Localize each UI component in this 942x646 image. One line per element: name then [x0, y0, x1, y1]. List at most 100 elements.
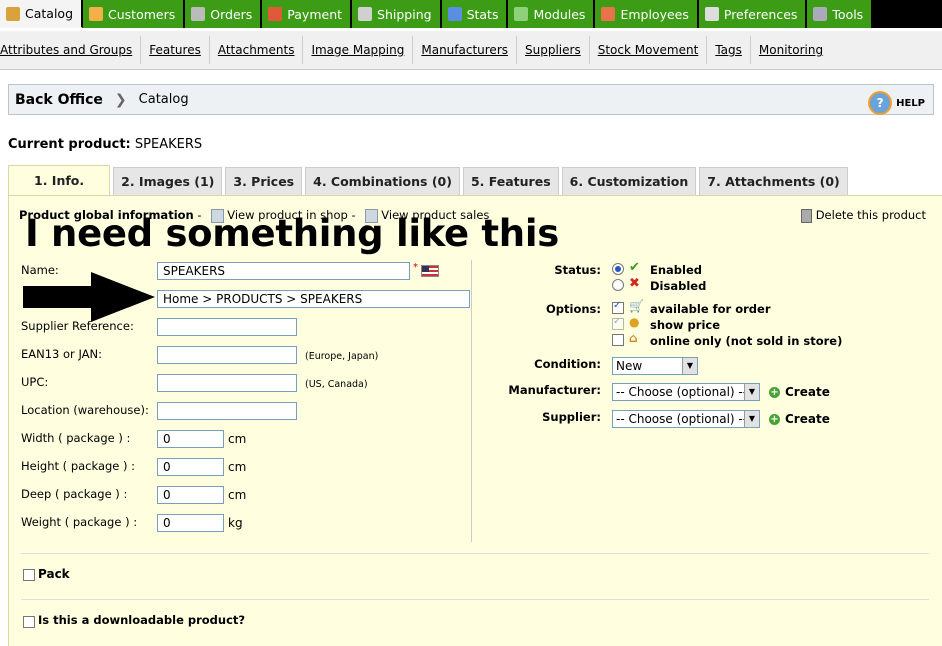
required-mark: * — [413, 262, 418, 273]
height-input[interactable]: 0 — [157, 458, 224, 476]
stats-icon — [447, 7, 462, 21]
subnav-stock-movement[interactable]: Stock Movement — [590, 36, 708, 64]
section-divider — [21, 599, 929, 600]
tab-features[interactable]: 5. Features — [462, 167, 559, 195]
breadcrumb-root[interactable]: Back Office — [15, 92, 103, 108]
subnav-attributes-groups[interactable]: Attributes and Groups — [0, 36, 142, 64]
employees-icon — [601, 7, 616, 21]
category-input[interactable]: Home > PRODUCTS > SPEAKERS — [157, 290, 470, 308]
us-flag-icon[interactable] — [421, 265, 439, 277]
section-divider — [21, 553, 929, 554]
shipping-icon — [358, 7, 373, 21]
downloadable-checkbox[interactable] — [23, 616, 35, 628]
upc-input[interactable] — [157, 374, 297, 392]
tab-info[interactable]: 1. Info. — [8, 165, 111, 195]
nav-tab-shipping[interactable]: Shipping — [352, 0, 442, 28]
create-supplier-button[interactable]: + Create — [769, 412, 830, 426]
nav-tab-tools[interactable]: Tools — [807, 0, 874, 28]
subnav-manufacturers[interactable]: Manufacturers — [413, 36, 518, 64]
subnav-image-mapping[interactable]: Image Mapping — [303, 36, 414, 64]
help-icon: ? — [868, 91, 893, 115]
plus-icon: + — [769, 387, 780, 398]
height-label: Height ( package ) : — [21, 459, 136, 473]
width-input[interactable]: 0 — [157, 430, 224, 448]
breadcrumb: Back Office ❯ Catalog ? HELP — [8, 84, 934, 115]
supplier-reference-label: Supplier Reference: — [21, 319, 134, 333]
pack-checkbox[interactable] — [23, 569, 35, 581]
nav-tab-customers[interactable]: Customers — [83, 0, 186, 28]
orders-icon — [191, 7, 206, 21]
show-price-checkbox[interactable] — [612, 316, 624, 330]
dropdown-arrow-icon: ▼ — [744, 384, 759, 400]
nav-tab-catalog[interactable]: Catalog — [0, 0, 84, 28]
trash-icon — [800, 208, 812, 223]
product-info-panel: Product global information - View produc… — [8, 195, 942, 646]
subnav-tags[interactable]: Tags — [707, 36, 751, 64]
options-label: Options: — [546, 302, 601, 316]
catalog-icon — [6, 6, 20, 21]
customers-icon — [89, 7, 104, 21]
name-input[interactable]: SPEAKERS — [157, 262, 410, 280]
upc-note: (US, Canada) — [305, 379, 368, 390]
available-for-order-checkbox[interactable] — [612, 300, 624, 314]
ean-label: EAN13 or JAN: — [21, 347, 102, 361]
plus-icon: + — [769, 414, 780, 425]
width-unit: cm — [228, 432, 247, 446]
status-label: Status: — [554, 263, 601, 277]
show-price-label: show price — [650, 318, 721, 332]
tab-prices[interactable]: 3. Prices — [225, 167, 303, 195]
store-icon: ⌂ — [629, 331, 638, 345]
deep-label: Deep ( package ) : — [21, 487, 128, 501]
subnav-monitoring[interactable]: Monitoring — [751, 36, 831, 64]
deep-input[interactable]: 0 — [157, 486, 224, 504]
location-label: Location (warehouse): — [21, 403, 149, 417]
condition-select[interactable]: New ▼ — [612, 357, 698, 375]
status-disabled-radio[interactable] — [612, 279, 624, 291]
name-label: Name: — [21, 263, 59, 277]
tab-combinations[interactable]: 4. Combinations (0) — [305, 167, 460, 195]
delete-product-button[interactable]: Delete this product — [800, 208, 926, 223]
coins-icon: ● — [629, 315, 640, 329]
online-only-checkbox[interactable] — [612, 334, 624, 346]
supplier-reference-input[interactable] — [157, 318, 297, 336]
location-input[interactable] — [157, 402, 297, 420]
dropdown-arrow-icon: ▼ — [682, 358, 697, 374]
upc-label: UPC: — [21, 375, 49, 389]
nav-tab-orders[interactable]: Orders — [185, 0, 263, 28]
breadcrumb-current: Catalog — [138, 92, 189, 107]
main-nav: Catalog Customers Orders Payment Shippin… — [0, 0, 942, 28]
ean-input[interactable] — [157, 346, 297, 364]
chevron-right-icon: ❯ — [114, 91, 127, 108]
help-button[interactable]: ? HELP — [868, 91, 925, 115]
width-label: Width ( package ) : — [21, 431, 131, 445]
subnav-features[interactable]: Features — [141, 36, 210, 64]
nav-tab-employees[interactable]: Employees — [595, 0, 699, 28]
nav-tab-modules[interactable]: Modules — [508, 0, 596, 28]
tab-customization[interactable]: 6. Customization — [561, 167, 697, 195]
manufacturer-select[interactable]: -- Choose (optional) -- ▼ — [612, 383, 760, 401]
deep-unit: cm — [228, 488, 247, 502]
sub-nav: Attributes and Groups Features Attachmen… — [0, 31, 942, 70]
preferences-icon — [704, 7, 719, 21]
weight-input[interactable]: 0 — [157, 514, 224, 532]
online-only-label: online only (not sold in store) — [650, 334, 843, 348]
current-product: Current product: SPEAKERS — [8, 137, 203, 152]
check-icon: ✔ — [629, 260, 640, 275]
ean-note: (Europe, Japan) — [305, 351, 379, 362]
status-enabled-label: Enabled — [650, 263, 703, 277]
cart-icon: 🛒 — [629, 299, 644, 313]
weight-label: Weight ( package ) : — [21, 515, 138, 529]
tab-images[interactable]: 2. Images (1) — [113, 167, 223, 195]
cross-icon: ✖ — [629, 276, 640, 291]
dropdown-arrow-icon: ▼ — [744, 411, 759, 427]
status-enabled-radio[interactable] — [612, 263, 624, 275]
create-manufacturer-button[interactable]: + Create — [769, 385, 830, 399]
subnav-attachments[interactable]: Attachments — [210, 36, 304, 64]
nav-tab-preferences[interactable]: Preferences — [698, 0, 808, 28]
payment-icon — [268, 7, 283, 21]
nav-tab-stats[interactable]: Stats — [441, 0, 509, 28]
subnav-suppliers[interactable]: Suppliers — [517, 36, 590, 64]
nav-tab-payment[interactable]: Payment — [262, 0, 353, 28]
supplier-select[interactable]: -- Choose (optional) -- ▼ — [612, 410, 760, 428]
tab-attachments[interactable]: 7. Attachments (0) — [699, 167, 848, 195]
